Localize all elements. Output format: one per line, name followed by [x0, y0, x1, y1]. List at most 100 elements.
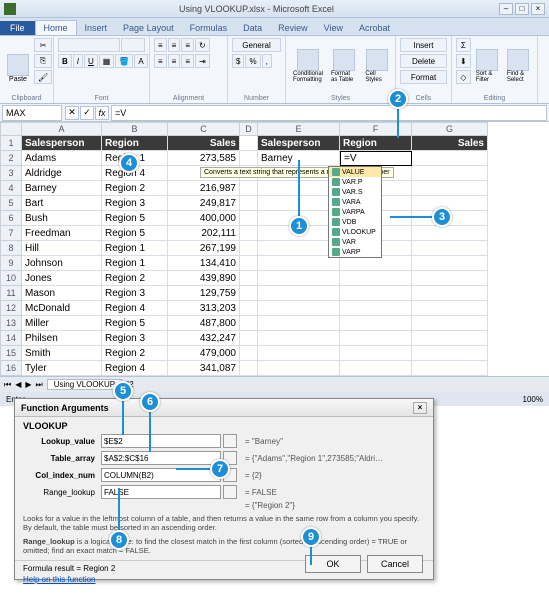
cell[interactable]	[340, 346, 412, 361]
cell[interactable]: Region 2	[102, 346, 168, 361]
tab-formulas[interactable]: Formulas	[182, 21, 236, 35]
font-color-button[interactable]: A	[134, 54, 147, 68]
tab-home[interactable]: Home	[35, 20, 77, 35]
cell[interactable]: Sales	[168, 136, 240, 151]
underline-button[interactable]: U	[84, 54, 98, 68]
indent-button[interactable]: ⇥	[195, 54, 210, 68]
cell[interactable]	[412, 346, 488, 361]
align-bottom-button[interactable]: ≡	[181, 38, 194, 52]
cell[interactable]: McDonald	[22, 301, 102, 316]
cell[interactable]: 432,247	[168, 331, 240, 346]
formula-input[interactable]: =V	[111, 105, 547, 121]
cell[interactable]	[412, 361, 488, 376]
cell[interactable]	[412, 181, 488, 196]
cell[interactable]: Region 2	[102, 181, 168, 196]
cell[interactable]: Hill	[22, 241, 102, 256]
cut-button[interactable]: ✂	[34, 38, 52, 52]
cell[interactable]: Region 5	[102, 316, 168, 331]
row-header[interactable]: 13	[0, 316, 22, 331]
cell[interactable]: Bush	[22, 211, 102, 226]
italic-button[interactable]: I	[73, 54, 83, 68]
tab-review[interactable]: Review	[270, 21, 316, 35]
col-header-E[interactable]: E	[258, 122, 340, 136]
row-header[interactable]: 12	[0, 301, 22, 316]
worksheet-grid[interactable]: A B C D E F G 1 Salesperson Region Sales…	[0, 122, 549, 376]
fill-button[interactable]: ⬇	[456, 54, 471, 68]
number-format-select[interactable]: General	[232, 38, 281, 52]
orientation-button[interactable]: ↻	[195, 38, 210, 52]
cell-styles-button[interactable]: Cell Styles	[362, 38, 391, 86]
cell[interactable]: 273,585	[168, 151, 240, 166]
autosum-button[interactable]: Σ	[456, 38, 471, 52]
cell[interactable]	[240, 226, 258, 241]
row-header[interactable]: 10	[0, 271, 22, 286]
cell[interactable]	[412, 226, 488, 241]
tab-insert[interactable]: Insert	[77, 21, 116, 35]
dialog-close-button[interactable]: ×	[413, 402, 427, 414]
row-header[interactable]: 4	[0, 181, 22, 196]
find-select-button[interactable]: Find & Select	[504, 38, 533, 86]
ok-button[interactable]: OK	[305, 555, 361, 573]
cell[interactable]: Region 3	[102, 286, 168, 301]
sheet-tab[interactable]: Using VLOOKUP	[47, 379, 122, 390]
cell[interactable]: Smith	[22, 346, 102, 361]
format-painter-button[interactable]: 🖌	[34, 70, 52, 84]
col-header-G[interactable]: G	[412, 122, 488, 136]
cell[interactable]	[412, 256, 488, 271]
align-center-button[interactable]: ≡	[168, 54, 181, 68]
cell[interactable]	[258, 316, 340, 331]
accept-formula-button[interactable]: ✓	[80, 106, 94, 120]
fill-color-button[interactable]: 🪣	[115, 54, 133, 68]
cell[interactable]	[240, 196, 258, 211]
ac-item[interactable]: VAR	[329, 237, 381, 247]
clear-button[interactable]: ◇	[456, 70, 471, 84]
row-header[interactable]: 5	[0, 196, 22, 211]
cell[interactable]	[258, 361, 340, 376]
nav-next-icon[interactable]: ▶	[25, 380, 31, 389]
cell[interactable]: 313,203	[168, 301, 240, 316]
row-header[interactable]: 9	[0, 256, 22, 271]
ac-item[interactable]: VARP	[329, 247, 381, 257]
cell[interactable]	[412, 271, 488, 286]
ac-item[interactable]: VLOOKUP	[329, 227, 381, 237]
col-header-B[interactable]: B	[102, 122, 168, 136]
sort-filter-button[interactable]: Sort & Filter	[473, 38, 502, 86]
row-header[interactable]: 6	[0, 211, 22, 226]
col-header-D[interactable]: D	[240, 122, 258, 136]
row-header[interactable]: 2	[0, 151, 22, 166]
delete-cells-button[interactable]: Delete	[400, 54, 447, 68]
cell[interactable]: Salesperson	[258, 136, 340, 151]
cell[interactable]	[412, 286, 488, 301]
arg-input-col-index[interactable]: COLUMN(B2)	[101, 468, 221, 482]
cell[interactable]: 202,111	[168, 226, 240, 241]
nav-prev-icon[interactable]: ◀	[15, 380, 21, 389]
font-family-select[interactable]	[58, 38, 120, 52]
font-size-select[interactable]	[121, 38, 145, 52]
cell[interactable]	[412, 196, 488, 211]
cell[interactable]: Region 5	[102, 226, 168, 241]
cell[interactable]	[258, 286, 340, 301]
cell[interactable]: Region 4	[102, 361, 168, 376]
tab-page-layout[interactable]: Page Layout	[115, 21, 182, 35]
nav-first-icon[interactable]: ⏮	[4, 380, 11, 390]
cell[interactable]	[412, 301, 488, 316]
cancel-button[interactable]: Cancel	[367, 555, 423, 573]
collapse-dialog-button[interactable]	[223, 434, 237, 448]
cell[interactable]	[240, 361, 258, 376]
close-button[interactable]: ×	[531, 3, 545, 15]
cell[interactable]: 400,000	[168, 211, 240, 226]
cell[interactable]: Jones	[22, 271, 102, 286]
col-header-A[interactable]: A	[22, 122, 102, 136]
nav-last-icon[interactable]: ⏭	[36, 380, 43, 390]
minimize-button[interactable]: –	[499, 3, 513, 15]
row-header[interactable]: 7	[0, 226, 22, 241]
tab-data[interactable]: Data	[235, 21, 270, 35]
insert-cells-button[interactable]: Insert	[400, 38, 447, 52]
cell[interactable]: Region 1	[102, 241, 168, 256]
cell[interactable]	[412, 316, 488, 331]
arg-input-table-array[interactable]: $A$2:$C$16	[101, 451, 221, 465]
cell[interactable]	[258, 256, 340, 271]
arg-input-lookup-value[interactable]: $E$2	[101, 434, 221, 448]
cell[interactable]: Sales	[412, 136, 488, 151]
cell[interactable]: 439,890	[168, 271, 240, 286]
